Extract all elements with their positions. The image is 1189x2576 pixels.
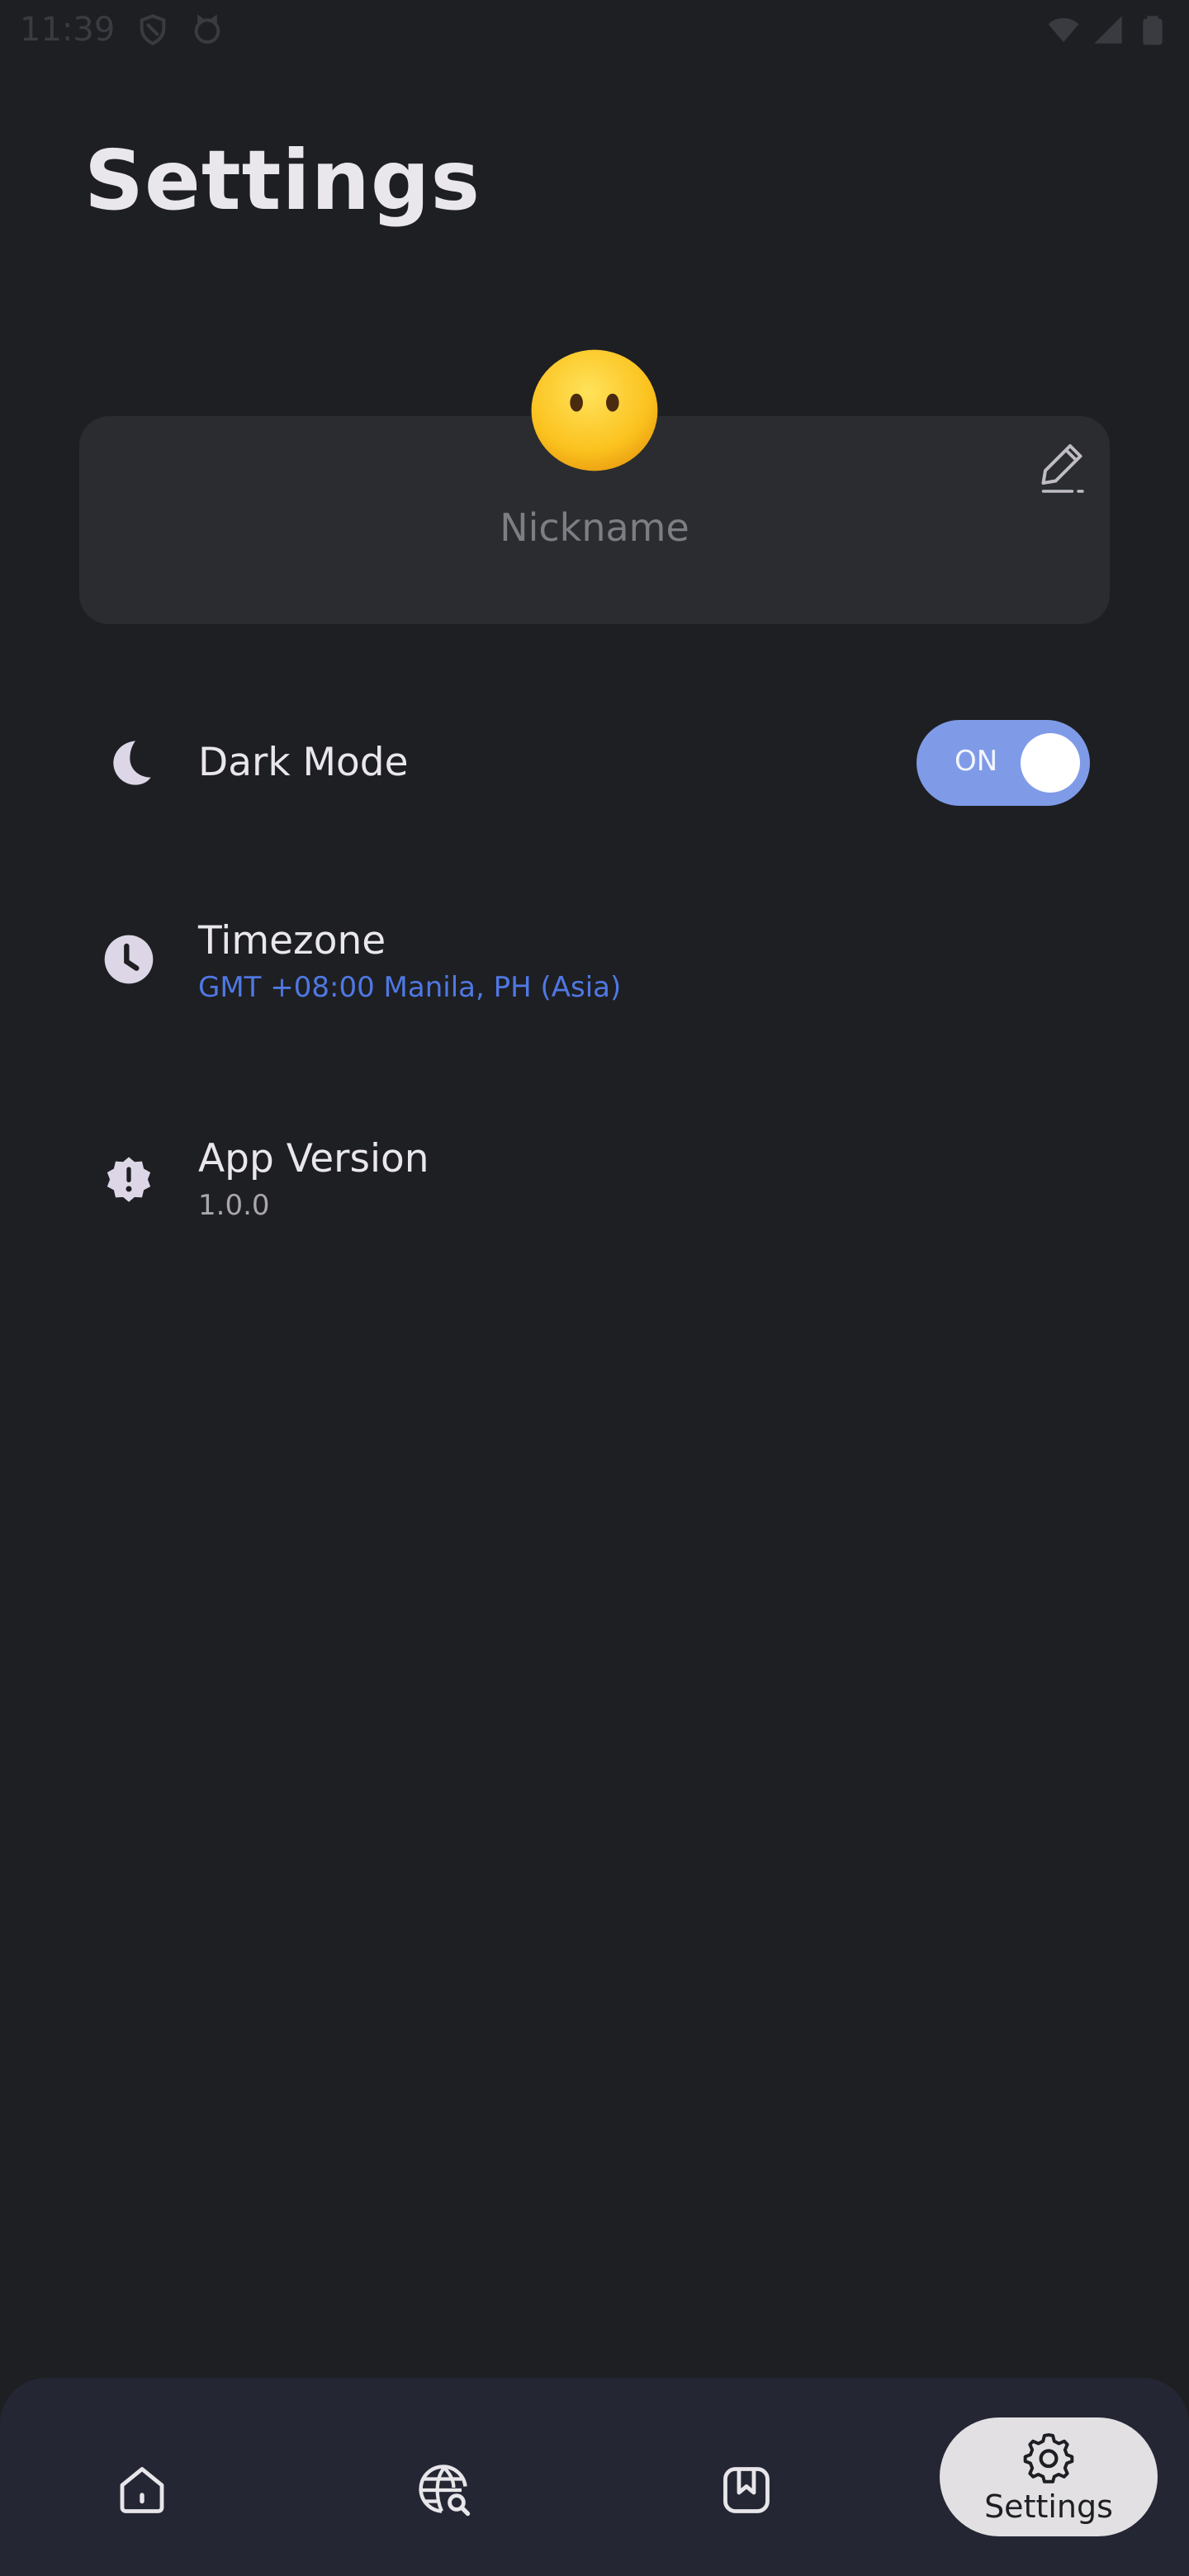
status-left: 11:39 [20,11,224,49]
toggle-knob [1021,733,1080,793]
nav-explore[interactable] [401,2447,487,2533]
dark-mode-toggle[interactable]: ON [917,720,1090,806]
nav-bookmarks[interactable] [703,2447,789,2533]
nav-settings[interactable]: Settings [940,2417,1158,2536]
settings-screen: 11:39 Settings Nickname Dark Mode ON Tim… [0,0,1189,2576]
nav-home[interactable] [99,2447,185,2533]
signal-icon [1094,16,1122,44]
page-title: Settings [84,132,481,229]
edit-nickname-button[interactable] [1035,438,1088,495]
bottom-nav: Settings [0,2378,1189,2576]
app-version-label: App Version [198,1136,429,1181]
app-version-value: 1.0.0 [198,1189,270,1222]
timezone-label: Timezone [198,918,386,964]
cat-face-icon [194,14,220,45]
toggle-state-text: ON [955,745,998,778]
avatar[interactable] [530,348,659,472]
status-right [1047,13,1169,46]
nickname-placeholder[interactable]: Nickname [79,505,1110,550]
pencil-icon [1041,444,1084,493]
moon-icon [113,741,151,785]
status-bar: 11:39 [0,0,1189,59]
dark-mode-label: Dark Mode [198,740,409,785]
bookmark-icon [723,2467,770,2513]
status-time: 11:39 [20,11,116,49]
gear-icon [1023,2433,1074,2484]
timezone-value: GMT +08:00 Manila, PH (Asia) [198,971,622,1004]
shield-icon [140,14,166,45]
wifi-icon [1048,17,1079,42]
home-icon [120,2467,164,2513]
globe-search-icon [419,2465,471,2517]
alert-badge-icon [107,1157,151,1202]
nav-settings-label: Settings [984,2488,1113,2525]
battery-icon [1143,16,1163,45]
